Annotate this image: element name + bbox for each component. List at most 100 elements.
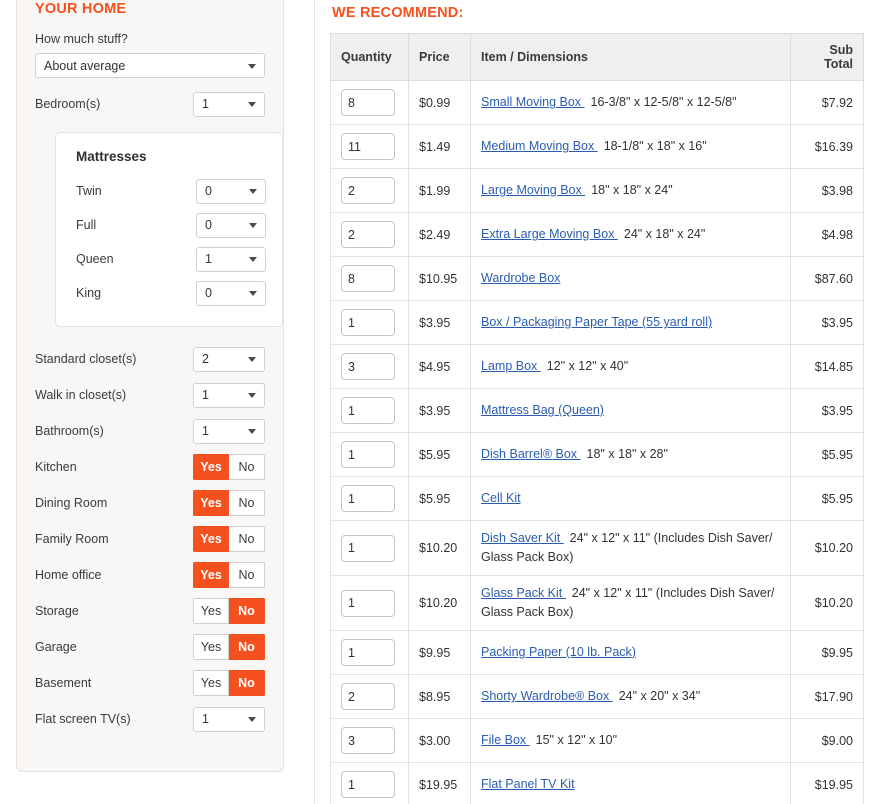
garage-yes-option[interactable]: Yes [193,634,229,660]
toggle-label: Basement [35,676,92,690]
quantity-input[interactable] [341,534,395,562]
quantity-cell [330,630,409,675]
dining-room-no-option[interactable]: No [229,490,265,516]
basement-no-option[interactable]: No [229,670,265,696]
item-dimensions: 12" x 12" x 40" [546,359,629,373]
table-row: $10.95 Wardrobe Box $87.60 [330,256,864,301]
your-home-panel: YOUR HOME How much stuff? About average … [16,0,284,772]
mattresses-card: Mattresses Twin 0 Full 0 Queen 1 King 0 [55,132,283,327]
family-room-toggle[interactable]: Yes No [193,526,265,552]
chevron-down-icon [249,291,257,296]
item-link[interactable]: Mattress Bag (Queen) [481,403,604,417]
item-link[interactable]: Glass Pack Kit [481,586,566,600]
quantity-input[interactable] [341,177,395,204]
bedrooms-select-value: 1 [202,97,209,111]
quantity-input[interactable] [341,265,395,292]
mattress-full-select[interactable]: 0 [196,212,266,238]
quantity-input[interactable] [341,441,395,468]
quantity-input[interactable] [341,309,395,336]
subtotal-cell: $9.95 [790,630,864,675]
item-link[interactable]: Dish Saver Kit [481,531,564,545]
home-office-toggle[interactable]: Yes No [193,562,265,588]
table-row: $10.20Dish Saver Kit 24" x 12" x 11" (In… [330,520,864,576]
item-link[interactable]: Lamp Box [481,359,541,373]
kitchen-toggle[interactable]: Yes No [193,454,265,480]
quantity-input[interactable] [341,397,395,424]
walkin-closets-field: Walk in closet(s) 1 [35,377,265,413]
price-cell: $9.95 [408,630,471,675]
standard-closets-label: Standard closet(s) [35,352,137,366]
table-row: $10.20Glass Pack Kit 24" x 12" x 11" (In… [330,575,864,631]
home-office-yes-option[interactable]: Yes [193,562,229,588]
quantity-cell [330,520,409,576]
column-divider [314,0,315,804]
we-recommend-title: WE RECOMMEND: [332,5,464,21]
quantity-input[interactable] [341,727,395,754]
item-cell: Medium Moving Box 18-1/8" x 18" x 16" [470,124,791,169]
garage-toggle[interactable]: Yes No [193,634,265,660]
bathrooms-select[interactable]: 1 [193,418,265,444]
quantity-input[interactable] [341,353,395,380]
item-link[interactable]: Packing Paper (10 lb. Pack) [481,645,636,659]
walkin-closets-select[interactable]: 1 [193,382,265,408]
kitchen-yes-option[interactable]: Yes [193,454,229,480]
chevron-down-icon [248,717,256,722]
quantity-input[interactable] [341,683,395,710]
family-room-no-option[interactable]: No [229,526,265,552]
item-link[interactable]: Medium Moving Box [481,139,598,153]
item-link[interactable]: Flat Panel TV Kit [481,777,575,791]
subtotal-cell: $3.95 [790,388,864,433]
item-link[interactable]: Dish Barrel® Box [481,447,581,461]
bedrooms-select[interactable]: 1 [193,91,265,117]
quantity-cell [330,718,409,763]
price-cell: $1.49 [408,124,471,169]
item-link[interactable]: Wardrobe Box [481,271,560,285]
quantity-input[interactable] [341,221,395,248]
subtotal-cell: $10.20 [790,520,864,576]
quantity-input[interactable] [341,589,395,617]
item-link[interactable]: Extra Large Moving Box [481,227,618,241]
family-room-yes-option[interactable]: Yes [193,526,229,552]
standard-closets-select[interactable]: 2 [193,346,265,372]
item-link[interactable]: Large Moving Box [481,183,585,197]
item-link[interactable]: File Box [481,733,530,747]
stuff-select-value: About average [44,58,126,73]
garage-no-option[interactable]: No [229,634,265,660]
mattress-king-select[interactable]: 0 [196,280,266,306]
flat-screen-tv-select[interactable]: 1 [193,706,265,732]
mattress-twin-select[interactable]: 0 [196,178,266,204]
item-cell: Dish Barrel® Box 18" x 18" x 28" [470,432,791,477]
item-link[interactable]: Shorty Wardrobe® Box [481,689,613,703]
home-office-no-option[interactable]: No [229,562,265,588]
quantity-input[interactable] [341,133,395,160]
basement-yes-option[interactable]: Yes [193,670,229,696]
basement-toggle[interactable]: Yes No [193,670,265,696]
quantity-input[interactable] [341,485,395,512]
dining-room-yes-option[interactable]: Yes [193,490,229,516]
quantity-cell [330,80,409,125]
item-link[interactable]: Cell Kit [481,491,521,505]
mattresses-title: Mattresses [76,149,147,164]
mattress-queen-select[interactable]: 1 [196,246,266,272]
kitchen-no-option[interactable]: No [229,454,265,480]
price-cell: $5.95 [408,432,471,477]
storage-toggle[interactable]: Yes No [193,598,265,624]
price-cell: $3.95 [408,388,471,433]
item-cell: Shorty Wardrobe® Box 24" x 20" x 34" [470,674,791,719]
flat-screen-tv-field: Flat screen TV(s) 1 [35,701,265,737]
mattress-row-queen: Queen 1 [72,242,266,276]
subtotal-cell: $4.98 [790,212,864,257]
dining-room-toggle[interactable]: Yes No [193,490,265,516]
item-dimensions: 15" x 12" x 10" [535,733,618,747]
quantity-input[interactable] [341,639,395,666]
item-cell: Glass Pack Kit 24" x 12" x 11" (Includes… [470,575,791,631]
subtotal-cell: $17.90 [790,674,864,719]
quantity-input[interactable] [341,771,395,798]
item-link[interactable]: Small Moving Box [481,95,585,109]
storage-no-option[interactable]: No [229,598,265,624]
quantity-input[interactable] [341,89,395,116]
table-row: $2.49Extra Large Moving Box 24" x 18" x … [330,212,864,257]
item-link[interactable]: Box / Packaging Paper Tape (55 yard roll… [481,315,712,329]
stuff-select[interactable]: About average [35,53,265,78]
storage-yes-option[interactable]: Yes [193,598,229,624]
